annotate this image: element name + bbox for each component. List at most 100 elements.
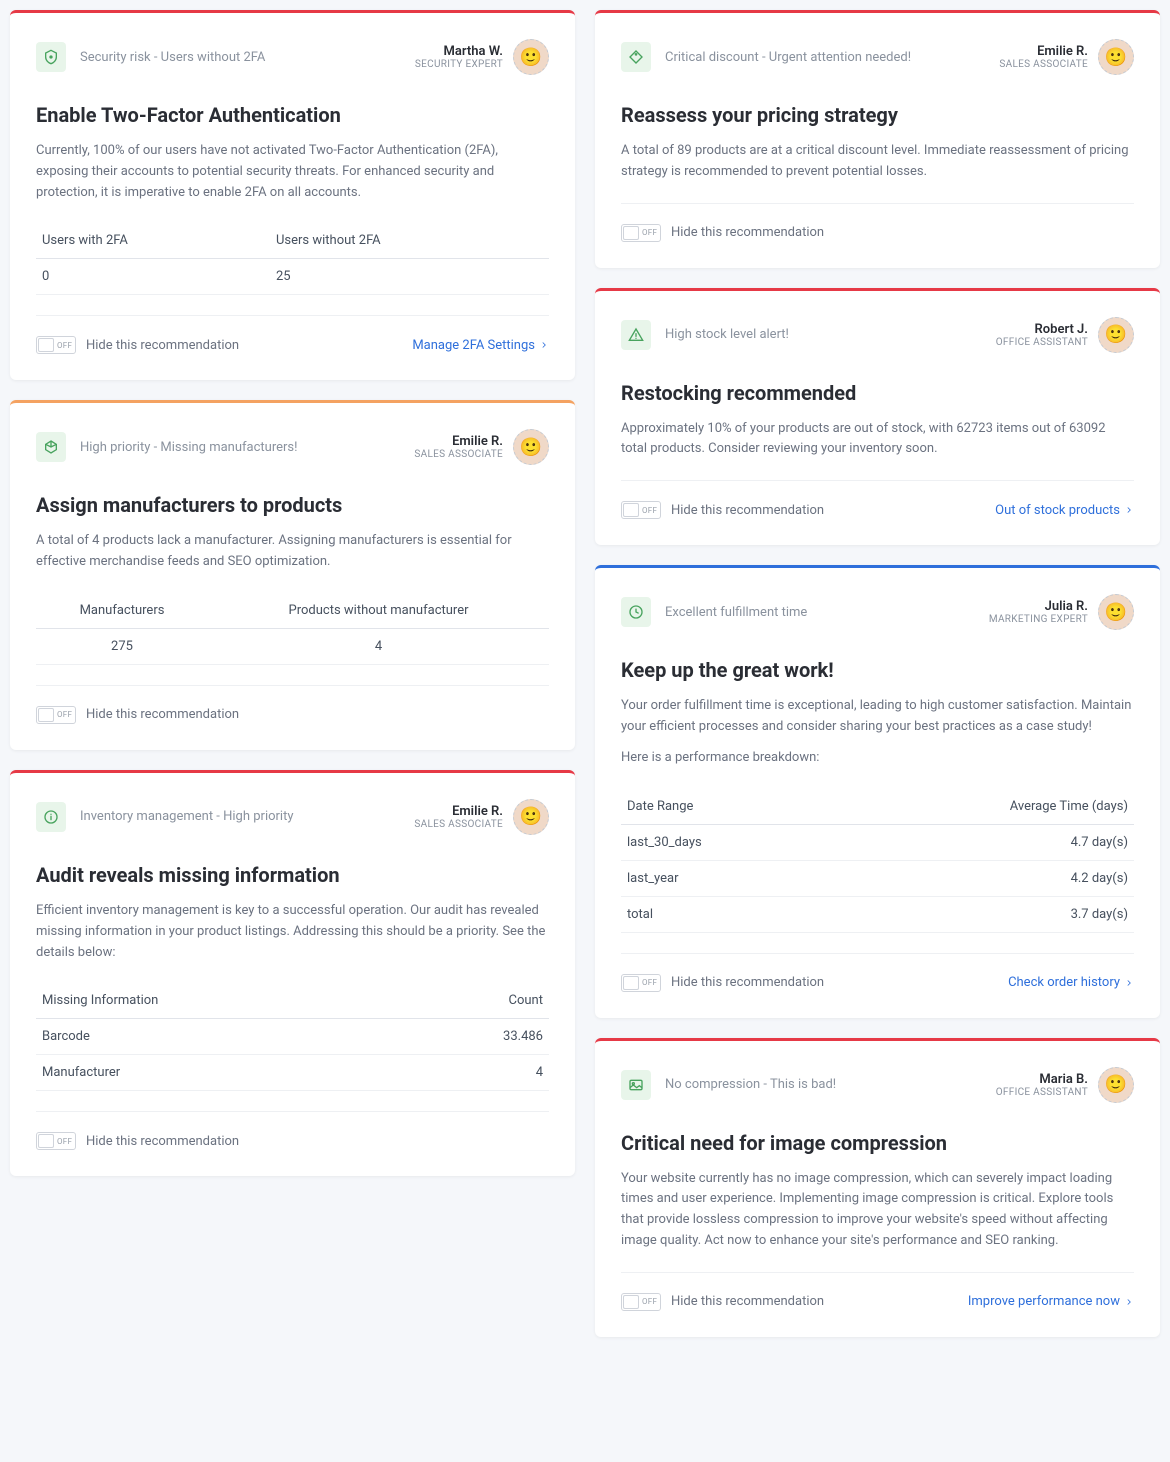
table-header: Manufacturers	[36, 593, 208, 629]
hide-toggle[interactable]: OFF	[36, 336, 76, 354]
table-header: Users with 2FA	[36, 223, 270, 259]
hide-label: Hide this recommendation	[671, 1294, 824, 1309]
action-link-2fa[interactable]: Manage 2FA Settings	[412, 338, 549, 353]
table-cell: last_30_days	[621, 824, 826, 860]
author-role: SALES ASSOCIATE	[414, 449, 503, 460]
table-row: last_30_days4.7 day(s)	[621, 824, 1134, 860]
table-cell: 3.7 day(s)	[826, 896, 1134, 932]
table-cell: Barcode	[36, 1019, 401, 1055]
author-role: OFFICE ASSISTANT	[996, 337, 1088, 348]
toggle-off-label: OFF	[57, 341, 72, 350]
avatar: 🙂	[513, 429, 549, 465]
toggle-off-label: OFF	[57, 1137, 72, 1146]
card-description: Approximately 10% of your products are o…	[621, 419, 1134, 461]
table-cell: 0	[36, 259, 270, 295]
card-tag: High priority - Missing manufacturers!	[80, 440, 414, 455]
table-row: total3.7 day(s)	[621, 896, 1134, 932]
table-cell: last_year	[621, 860, 826, 896]
hide-toggle[interactable]: OFF	[621, 501, 661, 519]
author-name: Emilie R.	[414, 434, 503, 449]
table-header: Users without 2FA	[270, 223, 549, 259]
tag-icon	[621, 42, 651, 72]
toggle-off-label: OFF	[642, 228, 657, 237]
card-header: High stock level alert! Robert J. OFFICE…	[621, 317, 1134, 353]
avatar: 🙂	[513, 39, 549, 75]
toggle-off-label: OFF	[642, 506, 657, 515]
card-footer: OFF Hide this recommendation	[36, 1111, 549, 1150]
action-link-compression[interactable]: Improve performance now	[968, 1294, 1134, 1309]
card-tag: Inventory management - High priority	[80, 809, 414, 824]
table-header: Products without manufacturer	[208, 593, 549, 629]
action-link-fulfillment[interactable]: Check order history	[1008, 975, 1134, 990]
card-footer: OFF Hide this recommendation	[621, 203, 1134, 242]
card-footer: OFF Hide this recommendation	[36, 685, 549, 724]
hide-label: Hide this recommendation	[671, 503, 824, 518]
card-author: Emilie R. SALES ASSOCIATE	[414, 434, 503, 460]
table-header: Missing Information	[36, 983, 401, 1019]
author-role: MARKETING EXPERT	[989, 614, 1088, 625]
avatar: 🙂	[513, 799, 549, 835]
table-row: Barcode33.486	[36, 1019, 549, 1055]
card-compression: No compression - This is bad! Maria B. O…	[595, 1038, 1160, 1337]
card-footer: OFF Hide this recommendation Improve per…	[621, 1272, 1134, 1311]
card-header: Excellent fulfillment time Julia R. MARK…	[621, 594, 1134, 630]
table-cell: 275	[36, 628, 208, 664]
card-description: A total of 89 products are at a critical…	[621, 141, 1134, 183]
card-footer: OFF Hide this recommendation Manage 2FA …	[36, 315, 549, 354]
author-name: Robert J.	[996, 322, 1088, 337]
card-tag: Excellent fulfillment time	[665, 605, 989, 620]
card-header: No compression - This is bad! Maria B. O…	[621, 1067, 1134, 1103]
card-author: Julia R. MARKETING EXPERT	[989, 599, 1088, 625]
card-2fa: Security risk - Users without 2FA Martha…	[10, 10, 575, 380]
card-inventory: Inventory management - High priority Emi…	[10, 770, 575, 1176]
author-name: Emilie R.	[999, 44, 1088, 59]
card-description: Your website currently has no image comp…	[621, 1169, 1134, 1252]
author-name: Emilie R.	[414, 804, 503, 819]
toggle-off-label: OFF	[642, 978, 657, 987]
table-header: Date Range	[621, 789, 826, 825]
author-role: SALES ASSOCIATE	[999, 59, 1088, 70]
avatar: 🙂	[1098, 317, 1134, 353]
card-tag: Security risk - Users without 2FA	[80, 50, 415, 65]
table-row: 2754	[36, 628, 549, 664]
author-name: Maria B.	[996, 1072, 1088, 1087]
table-cell: Manufacturer	[36, 1055, 401, 1091]
hide-toggle-group: OFF Hide this recommendation	[621, 974, 824, 992]
toggle-off-label: OFF	[642, 1297, 657, 1306]
card-title: Enable Two-Factor Authentication	[36, 103, 549, 127]
hide-toggle[interactable]: OFF	[621, 974, 661, 992]
card-description: Currently, 100% of our users have not ac…	[36, 141, 549, 203]
action-link-stock[interactable]: Out of stock products	[995, 503, 1134, 518]
card-author: Maria B. OFFICE ASSISTANT	[996, 1072, 1088, 1098]
card-title: Audit reveals missing information	[36, 863, 549, 887]
hide-toggle-group: OFF Hide this recommendation	[621, 1293, 824, 1311]
hide-toggle[interactable]: OFF	[36, 1132, 76, 1150]
hide-toggle[interactable]: OFF	[621, 1293, 661, 1311]
shield-icon	[36, 42, 66, 72]
author-name: Julia R.	[989, 599, 1088, 614]
card-title: Keep up the great work!	[621, 658, 1134, 682]
card-footer: OFF Hide this recommendation Out of stoc…	[621, 480, 1134, 519]
card-footer: OFF Hide this recommendation Check order…	[621, 953, 1134, 992]
hide-toggle-group: OFF Hide this recommendation	[621, 501, 824, 519]
table-row: Manufacturer4	[36, 1055, 549, 1091]
hide-toggle-group: OFF Hide this recommendation	[36, 706, 239, 724]
table-cell: 33.486	[401, 1019, 549, 1055]
author-name: Martha W.	[415, 44, 503, 59]
card-fulfillment: Excellent fulfillment time Julia R. MARK…	[595, 565, 1160, 1017]
toggle-off-label: OFF	[57, 710, 72, 719]
card-author: Emilie R. SALES ASSOCIATE	[999, 44, 1088, 70]
hide-label: Hide this recommendation	[86, 1134, 239, 1149]
hide-toggle[interactable]: OFF	[36, 706, 76, 724]
card-tag: High stock level alert!	[665, 327, 996, 342]
clock-icon	[621, 597, 651, 627]
data-table: Missing InformationCountBarcode33.486Man…	[36, 983, 549, 1091]
table-cell: 4.7 day(s)	[826, 824, 1134, 860]
card-author: Emilie R. SALES ASSOCIATE	[414, 804, 503, 830]
hide-label: Hide this recommendation	[86, 338, 239, 353]
card-title: Assign manufacturers to products	[36, 493, 549, 517]
table-header: Count	[401, 983, 549, 1019]
hide-toggle[interactable]: OFF	[621, 224, 661, 242]
table-row: last_year4.2 day(s)	[621, 860, 1134, 896]
data-table: Date RangeAverage Time (days)last_30_day…	[621, 789, 1134, 933]
